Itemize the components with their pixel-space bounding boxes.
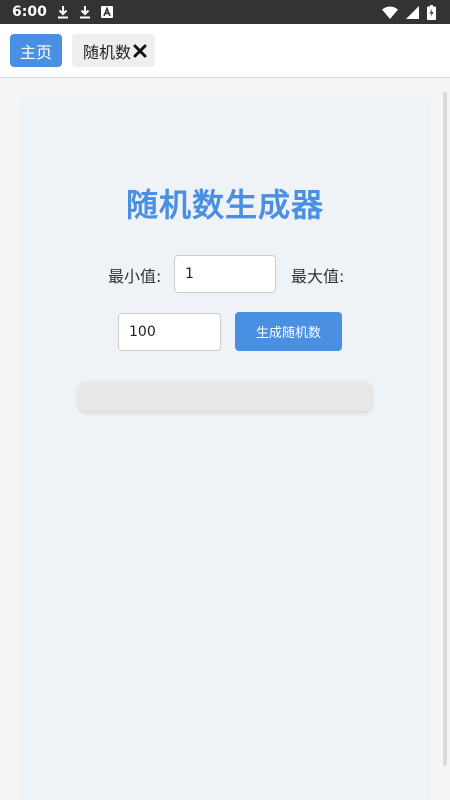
status-bar: 6:00 <box>0 0 450 24</box>
scrollbar[interactable] <box>443 92 447 766</box>
tab-random-number-label: 随机数 <box>83 42 132 62</box>
status-right <box>382 4 436 20</box>
tab-home[interactable]: 主页 <box>10 34 63 67</box>
generate-random-button[interactable]: 生成随机数 <box>235 312 342 351</box>
signal-icon <box>406 5 419 19</box>
status-time: 6:00 <box>12 4 47 20</box>
max-value-input[interactable] <box>118 313 221 351</box>
result-display <box>78 381 372 411</box>
min-value-label: 最小值: <box>108 267 162 286</box>
download-icon <box>57 5 69 19</box>
tab-random-number[interactable]: 随机数 <box>72 34 156 67</box>
tab-bar: 主页 随机数 <box>0 24 450 78</box>
min-value-input[interactable] <box>174 255 276 293</box>
max-value-label: 最大值: <box>291 267 345 286</box>
wifi-icon <box>382 6 398 19</box>
status-left: 6:00 <box>12 4 113 20</box>
page-title: 随机数生成器 <box>125 186 324 224</box>
a-box-icon <box>100 6 113 18</box>
download-icon <box>79 5 91 19</box>
close-icon[interactable] <box>133 44 147 58</box>
battery-charging-icon <box>427 4 436 20</box>
tab-home-label: 主页 <box>20 42 53 62</box>
